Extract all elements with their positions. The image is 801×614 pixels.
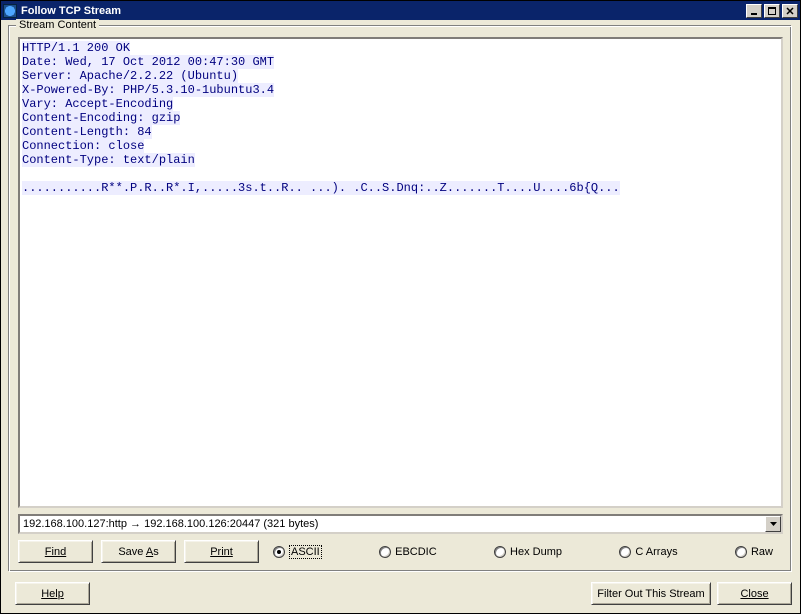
conversation-value: 192.168.100.127:http → 192.168.100.126:2… (20, 518, 765, 530)
print-button[interactable]: Print (184, 540, 259, 563)
dropdown-button[interactable] (765, 516, 781, 532)
radio-dot-icon (619, 546, 631, 558)
client-area: Stream Content HTTP/1.1 200 OK Date: Wed… (1, 20, 800, 613)
radio-dot-icon (494, 546, 506, 558)
window-title: Follow TCP Stream (21, 5, 744, 17)
radio-label: C Arrays (635, 546, 677, 558)
minimize-button[interactable] (746, 4, 762, 18)
chevron-down-icon (770, 522, 777, 526)
radio-dot-icon (735, 546, 747, 558)
radio-carrays[interactable]: C Arrays (619, 546, 677, 558)
conversation-selector[interactable]: 192.168.100.127:http → 192.168.100.126:2… (18, 514, 783, 534)
find-button[interactable]: Find (18, 540, 93, 563)
help-button[interactable]: Help (15, 582, 90, 605)
radio-ascii[interactable]: ASCII (273, 545, 322, 559)
radio-dot-icon (379, 546, 391, 558)
close-button[interactable]: Close (717, 582, 792, 605)
follow-tcp-stream-window: Follow TCP Stream Stream Content HTTP/1.… (0, 0, 801, 614)
radio-dot-icon (273, 546, 285, 558)
radio-label: Hex Dump (510, 546, 562, 558)
server-response-text: HTTP/1.1 200 OK Date: Wed, 17 Oct 2012 0… (22, 41, 620, 195)
titlebar[interactable]: Follow TCP Stream (1, 1, 800, 20)
radio-label: EBCDIC (395, 546, 437, 558)
radio-hexdump[interactable]: Hex Dump (494, 546, 562, 558)
radio-ebcdic[interactable]: EBCDIC (379, 546, 437, 558)
filter-out-stream-button[interactable]: Filter Out This Stream (591, 582, 711, 605)
encoding-radio-group: ASCII EBCDIC Hex Dump C Arrays (267, 545, 783, 559)
app-icon (3, 4, 17, 18)
radio-label: Raw (751, 546, 773, 558)
radio-label: ASCII (289, 545, 322, 559)
stream-text-area[interactable]: HTTP/1.1 200 OK Date: Wed, 17 Oct 2012 0… (18, 37, 783, 508)
save-as-button[interactable]: Save As (101, 540, 176, 563)
maximize-button[interactable] (764, 4, 780, 18)
close-window-button[interactable] (782, 4, 798, 18)
radio-raw[interactable]: Raw (735, 546, 773, 558)
stream-content-group: Stream Content HTTP/1.1 200 OK Date: Wed… (9, 26, 792, 572)
group-legend: Stream Content (16, 19, 99, 31)
